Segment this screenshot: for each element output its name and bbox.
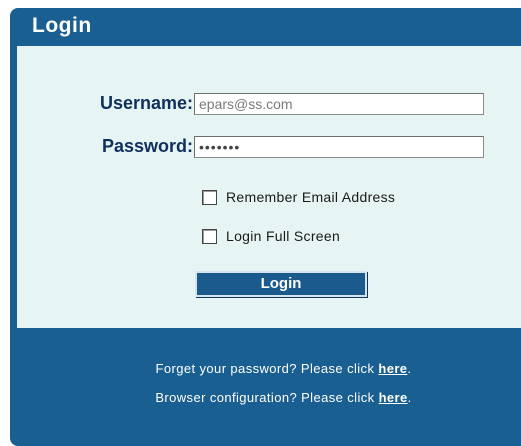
remember-email-row[interactable]: Remember Email Address [202,189,395,205]
browser-config-end: . [407,390,412,405]
login-full-screen-row[interactable]: Login Full Screen [202,228,340,244]
login-full-screen-checkbox[interactable] [202,228,217,244]
browser-config-link[interactable]: here [379,390,408,405]
username-input[interactable] [194,93,484,115]
forgot-password-line: Forget your password? Please click here. [10,361,521,376]
browser-config-text: Browser configuration? Please click [155,390,379,405]
forgot-password-link[interactable]: here [378,361,407,376]
username-label: Username: [99,93,193,113]
password-label: Password: [101,136,193,156]
login-panel: Login Username: Password: ••••••• Rememb… [10,8,521,446]
forgot-password-text: Forget your password? Please click [155,361,379,376]
login-full-screen-label: Login Full Screen [226,228,341,244]
browser-config-line: Browser configuration? Please click here… [10,390,521,405]
password-input[interactable]: ••••••• [194,136,484,158]
forgot-password-end: . [407,361,412,376]
remember-email-checkbox[interactable] [202,189,217,205]
remember-email-label: Remember Email Address [226,189,396,205]
panel-title: Login [32,14,92,37]
login-button[interactable]: Login [195,271,367,297]
login-form: Username: Password: ••••••• Remember Ema… [17,46,521,328]
